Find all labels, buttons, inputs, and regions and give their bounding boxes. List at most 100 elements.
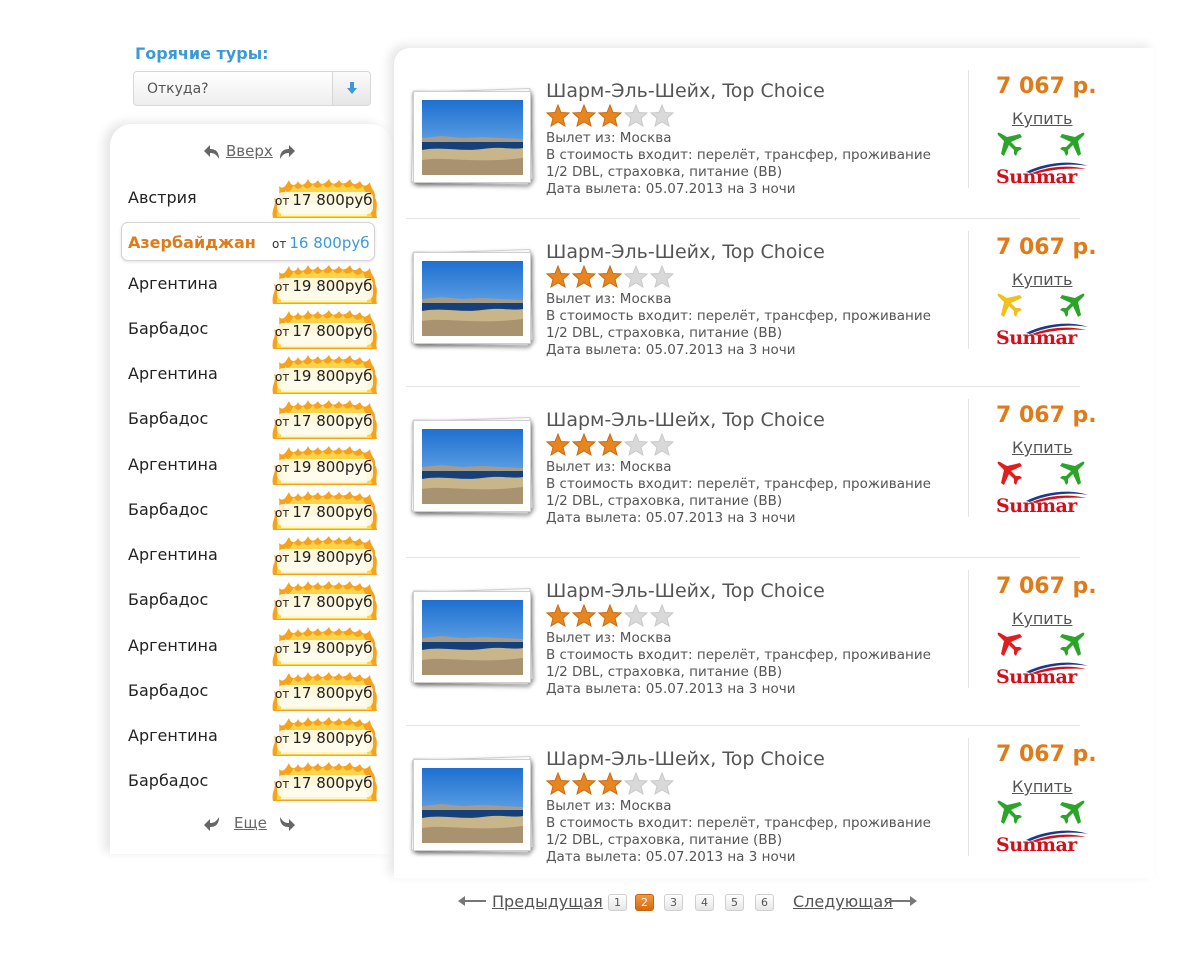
- star-filled-icon: [546, 433, 570, 456]
- country-row[interactable]: Аргентина от 19 800руб: [128, 445, 378, 485]
- page-3-button[interactable]: 3: [664, 894, 683, 911]
- country-name: Барбадос: [128, 409, 209, 428]
- star-empty-icon: [624, 772, 648, 795]
- tour-photo[interactable]: [410, 87, 534, 188]
- tour-photo[interactable]: [410, 416, 534, 517]
- country-price: от 19 800руб: [271, 716, 379, 760]
- arrow-right-icon: [889, 896, 917, 906]
- country-row[interactable]: Аргентина от 19 800руб: [128, 264, 378, 304]
- price-value: 17 800руб: [292, 774, 373, 792]
- star-empty-icon: [650, 772, 674, 795]
- tour-title[interactable]: Шарм-Эль-Шейх, Top Choice: [546, 241, 825, 263]
- departure-city: Вылет из: Москва: [546, 291, 672, 307]
- price-value: 17 800руб: [292, 412, 373, 430]
- country-price: от 17 800руб: [271, 671, 379, 715]
- tour-title[interactable]: Шарм-Эль-Шейх, Top Choice: [546, 580, 825, 602]
- tour-title[interactable]: Шарм-Эль-Шейх, Top Choice: [546, 80, 825, 102]
- country-price: от 16 800руб: [272, 234, 369, 252]
- buy-link[interactable]: Купить: [1012, 438, 1072, 457]
- return-flight-status: [1058, 459, 1086, 491]
- price-prefix: от: [275, 732, 290, 746]
- buy-link[interactable]: Купить: [1012, 270, 1072, 289]
- tour-price: 7 067 р.: [996, 742, 1097, 767]
- price-text: от 19 800руб: [275, 277, 372, 295]
- divider: [968, 399, 969, 517]
- hotel-rating: [546, 604, 674, 627]
- country-price: от 17 800руб: [271, 399, 379, 443]
- country-row[interactable]: Барбадос от 17 800руб: [128, 490, 378, 530]
- outbound-flight-status: [996, 291, 1024, 323]
- country-name: Барбадос: [128, 681, 209, 700]
- tour-card: Шарм-Эль-Шейх, Top Choice Вылет из: Москв…: [406, 231, 1097, 358]
- hot-tours-title: Горячие туры:: [135, 44, 269, 63]
- return-flight-status: [1058, 630, 1086, 662]
- star-filled-icon: [598, 604, 622, 627]
- star-filled-icon: [546, 772, 570, 795]
- star-filled-icon: [572, 104, 596, 127]
- scroll-up-link[interactable]: Вверх: [226, 142, 273, 160]
- country-row-selected[interactable]: Азербайджан от 16 800руб: [121, 222, 375, 261]
- tour-card: Шарм-Эль-Шейх, Top Choice Вылет из: Москв…: [406, 399, 1097, 526]
- country-row[interactable]: Аргентина от 19 800руб: [128, 535, 378, 575]
- star-filled-icon: [598, 104, 622, 127]
- star-filled-icon: [572, 604, 596, 627]
- tour-info: Вылет из: Москва В стоимость входит: пере…: [546, 291, 951, 359]
- dropdown-button[interactable]: [332, 72, 370, 105]
- star-empty-icon: [624, 265, 648, 288]
- tour-photo[interactable]: [410, 755, 534, 856]
- page-1-button[interactable]: 1: [608, 894, 627, 911]
- page-4-button[interactable]: 4: [695, 894, 714, 911]
- country-row[interactable]: Аргентина от 19 800руб: [128, 716, 378, 756]
- departure-date: Дата вылета: 05.07.2013 на 3 ночи: [546, 849, 796, 865]
- price-includes: В стоимость входит: перелёт, трансфер, п…: [546, 476, 931, 509]
- country-name: Австрия: [128, 188, 197, 207]
- country-name: Аргентина: [128, 726, 218, 745]
- country-row[interactable]: Барбадос от 17 800руб: [128, 761, 378, 801]
- buy-link[interactable]: Купить: [1012, 609, 1072, 628]
- curved-arrow-left-icon: [204, 817, 219, 831]
- tour-card: Шарм-Эль-Шейх, Top Choice Вылет из: Москв…: [406, 570, 1097, 697]
- country-row[interactable]: Барбадос от 17 800руб: [128, 309, 378, 349]
- tour-price: 7 067 р.: [996, 74, 1097, 99]
- tour-photo[interactable]: [410, 587, 534, 688]
- page-5-button[interactable]: 5: [725, 894, 744, 911]
- show-more-link[interactable]: Еще: [234, 814, 267, 832]
- operator-logo: Sunmar: [996, 489, 1088, 517]
- country-row[interactable]: Барбадос от 17 800руб: [128, 671, 378, 711]
- price-text: от 19 800руб: [275, 367, 372, 385]
- operator-logo: Sunmar: [996, 160, 1088, 188]
- departure-city-select[interactable]: Откуда?: [133, 71, 371, 106]
- plane-return-icon: [1060, 632, 1085, 656]
- price-value: 19 800руб: [292, 458, 373, 476]
- tour-title[interactable]: Шарм-Эль-Шейх, Top Choice: [546, 409, 825, 431]
- country-row[interactable]: Австрия от 17 800руб: [128, 178, 378, 218]
- operator-name: Sunmar: [996, 327, 1077, 349]
- divider: [968, 231, 969, 349]
- country-name: Аргентина: [128, 636, 218, 655]
- operator-logo: Sunmar: [996, 828, 1088, 856]
- next-page-link[interactable]: Следующая: [793, 892, 893, 911]
- tour-info: Вылет из: Москва В стоимость входит: пере…: [546, 459, 951, 527]
- operator-name: Sunmar: [996, 166, 1077, 188]
- page-6-button[interactable]: 6: [755, 894, 774, 911]
- resort-photo: [422, 429, 523, 504]
- page-2-button[interactable]: 2: [635, 894, 654, 911]
- tour-title[interactable]: Шарм-Эль-Шейх, Top Choice: [546, 748, 825, 770]
- departure-date: Дата вылета: 05.07.2013 на 3 ночи: [546, 181, 796, 197]
- tour-photo[interactable]: [410, 248, 534, 349]
- country-row[interactable]: Барбадос от 17 800руб: [128, 399, 378, 439]
- price-includes: В стоимость входит: перелёт, трансфер, п…: [546, 308, 931, 341]
- star-empty-icon: [624, 604, 648, 627]
- buy-link[interactable]: Купить: [1012, 777, 1072, 796]
- price-prefix: от: [272, 237, 287, 251]
- country-row[interactable]: Барбадос от 17 800руб: [128, 580, 378, 620]
- return-flight-status: [1058, 291, 1086, 323]
- country-row[interactable]: Аргентина от 19 800руб: [128, 626, 378, 666]
- hotel-rating: [546, 104, 674, 127]
- buy-link[interactable]: Купить: [1012, 109, 1072, 128]
- country-row[interactable]: Аргентина от 19 800руб: [128, 354, 378, 394]
- prev-page-link[interactable]: Предыдущая: [492, 892, 603, 911]
- country-name: Аргентина: [128, 545, 218, 564]
- star-filled-icon: [546, 604, 570, 627]
- star-filled-icon: [546, 265, 570, 288]
